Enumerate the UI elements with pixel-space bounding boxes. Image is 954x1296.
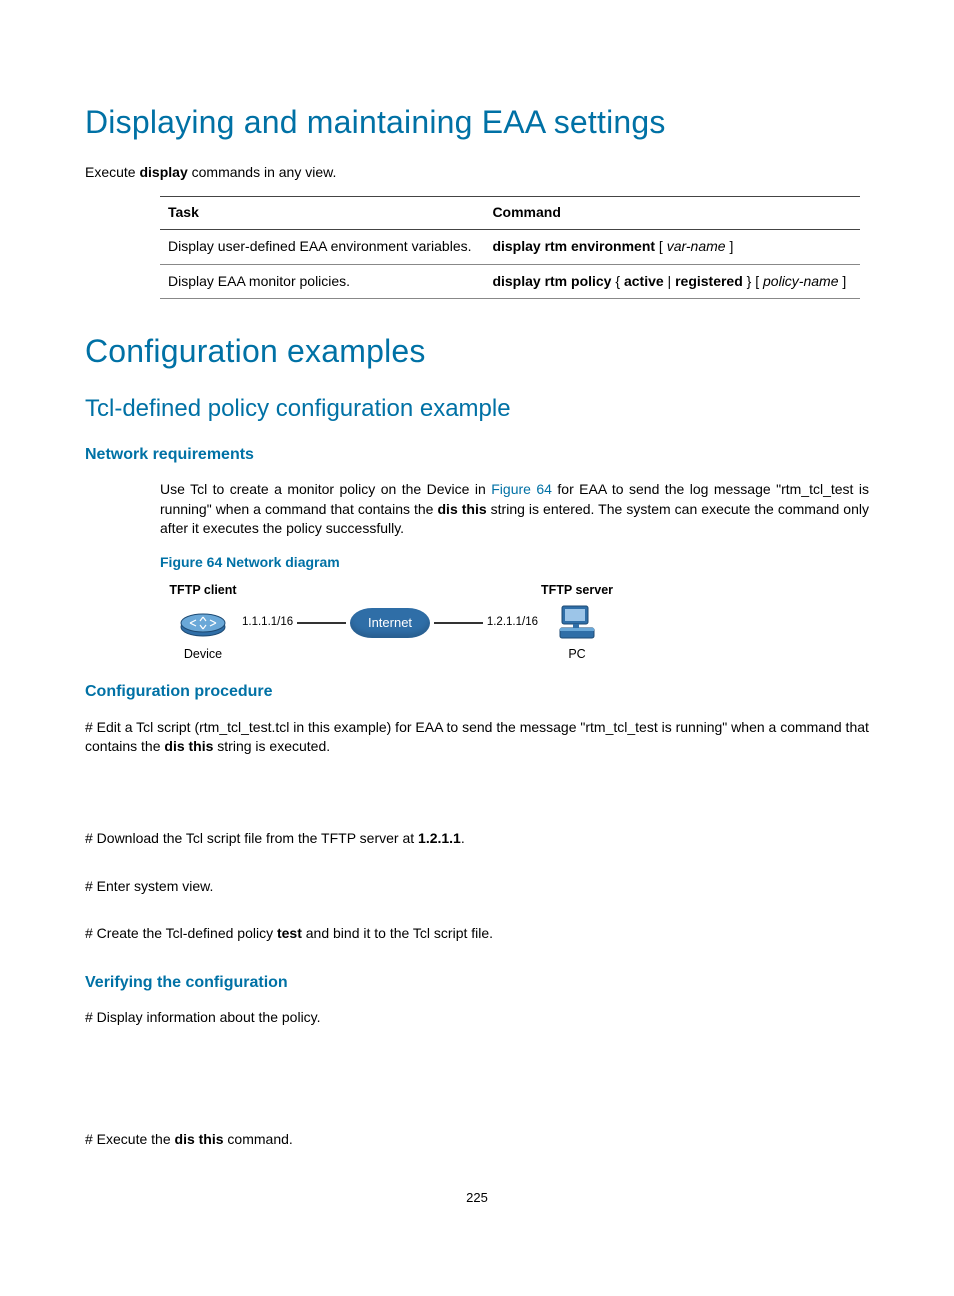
th-command: Command — [484, 197, 860, 230]
cell-task: Display EAA monitor policies. — [160, 264, 484, 299]
network-diagram: TFTP client TFTP server 1.1.1.1/16 Inter… — [160, 578, 620, 663]
intro-text: Execute display commands in any view. — [85, 163, 869, 183]
diagram-pc-node: PC — [534, 644, 620, 664]
text: Use Tcl to create a monitor policy on th… — [160, 481, 491, 497]
text: string is executed. — [213, 738, 330, 754]
text-bold: dis this — [438, 501, 487, 517]
cmd-text: } [ — [743, 273, 763, 289]
text: # Create the Tcl-defined policy — [85, 925, 277, 941]
cmd-arg: var-name — [667, 238, 726, 254]
cmd-bold: display rtm policy — [492, 273, 611, 289]
table-row: Display user-defined EAA environment var… — [160, 229, 860, 264]
diagram-device-node: Device — [160, 644, 246, 664]
text-bold: 1.2.1.1 — [418, 830, 461, 846]
diagram-label: Device — [184, 646, 222, 664]
diagram-pc-node: TFTP server — [534, 582, 620, 602]
diagram-label: PC — [568, 646, 585, 664]
heading-displaying-maintaining: Displaying and maintaining EAA settings — [85, 100, 869, 145]
heading-network-requirements: Network requirements — [85, 444, 869, 466]
text: commands in any view. — [188, 164, 337, 180]
procedure-step: # Edit a Tcl script (rtm_tcl_test.tcl in… — [85, 718, 869, 757]
text: # Download the Tcl script file from the … — [85, 830, 418, 846]
text: and bind it to the Tcl script file. — [302, 925, 493, 941]
cmd-bold: active — [624, 273, 664, 289]
diagram-link — [434, 622, 483, 624]
text: Execute — [85, 164, 139, 180]
figure-caption: Figure 64 Network diagram — [160, 553, 869, 573]
heading-verifying: Verifying the configuration — [85, 972, 869, 994]
cmd-text: | — [664, 273, 675, 289]
th-task: Task — [160, 197, 484, 230]
text: . — [461, 830, 465, 846]
heading-config-examples: Configuration examples — [85, 329, 869, 374]
table-header-row: Task Command — [160, 197, 860, 230]
cmd-bold: registered — [675, 273, 743, 289]
cmd-bold: display rtm environment — [492, 238, 655, 254]
diagram-device-node: TFTP client — [160, 582, 246, 602]
text-bold: display — [139, 164, 187, 180]
diagram-device-node — [160, 607, 246, 639]
procedure-step: # Download the Tcl script file from the … — [85, 829, 869, 849]
cmd-arg: policy-name — [763, 273, 838, 289]
verify-step: # Execute the dis this command. — [85, 1130, 869, 1150]
command-table: Task Command Display user-defined EAA en… — [160, 196, 860, 299]
cmd-text: [ — [655, 238, 667, 254]
procedure-step: # Enter system view. — [85, 877, 869, 897]
diagram-ip: 1.1.1.1/16 — [242, 614, 293, 630]
heading-tcl-policy-example: Tcl-defined policy configuration example — [85, 392, 869, 426]
procedure-step: # Create the Tcl-defined policy test and… — [85, 924, 869, 944]
page-number: 225 — [85, 1189, 869, 1207]
cmd-text: { — [611, 273, 623, 289]
text-bold: dis this — [175, 1131, 224, 1147]
cell-task: Display user-defined EAA environment var… — [160, 229, 484, 264]
diagram-pc-node — [534, 602, 620, 644]
router-icon — [178, 607, 228, 639]
diagram-label: TFTP server — [541, 582, 613, 600]
figure-link[interactable]: Figure 64 — [491, 481, 552, 497]
verify-step: # Display information about the policy. — [85, 1008, 869, 1028]
diagram-link — [297, 622, 346, 624]
text: # Execute the — [85, 1131, 175, 1147]
diagram-label: TFTP client — [169, 582, 236, 600]
heading-config-procedure: Configuration procedure — [85, 681, 869, 703]
network-requirements-text: Use Tcl to create a monitor policy on th… — [160, 480, 869, 539]
cloud-icon: Internet — [350, 608, 430, 638]
table-row: Display EAA monitor policies. display rt… — [160, 264, 860, 299]
cmd-text: ] — [839, 273, 847, 289]
cmd-text: ] — [726, 238, 734, 254]
diagram-ip: 1.2.1.1/16 — [487, 614, 538, 630]
cell-command: display rtm policy { active | registered… — [484, 264, 860, 299]
pc-icon — [556, 602, 598, 644]
text-bold: test — [277, 925, 302, 941]
text: command. — [224, 1131, 293, 1147]
text-bold: dis this — [164, 738, 213, 754]
cell-command: display rtm environment [ var-name ] — [484, 229, 860, 264]
